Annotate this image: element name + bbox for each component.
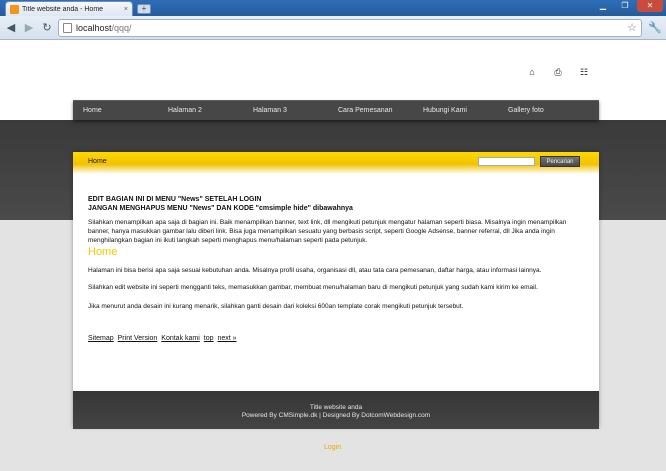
browser-toolbar: ◀ ▶ ↻ localhost /qqq/ ☆ 🔧 — [0, 16, 666, 40]
forward-arrow-icon[interactable]: ▶ — [22, 21, 36, 34]
menu-item-halaman-2[interactable]: Halaman 2 — [168, 107, 202, 114]
edit-note-2: JANGAN MENGHAPUS MENU "News" DAN KODE "c… — [88, 205, 353, 212]
new-tab-button[interactable]: + — [137, 4, 151, 14]
sitemap-icon[interactable]: ☷ — [579, 67, 589, 78]
main-menu: Home Halaman 2 Halaman 3 Cara Pemesanan … — [73, 100, 599, 120]
page-icon — [63, 23, 72, 33]
page-heading: Home — [88, 246, 118, 258]
login-link[interactable]: Login — [324, 444, 341, 451]
address-bar[interactable]: localhost /qqq/ ☆ — [58, 19, 642, 37]
page-links: Sitemap Print Version Kontak kami top ne… — [88, 335, 239, 342]
close-window-icon[interactable]: ✕ — [637, 0, 663, 12]
back-arrow-icon[interactable]: ◀ — [4, 21, 18, 34]
url-path: /qqq/ — [111, 23, 132, 33]
menu-item-hubungi-kami[interactable]: Hubungi Kami — [423, 107, 467, 114]
reload-icon[interactable]: ↻ — [40, 21, 54, 34]
tab-title: Title website anda - Home — [22, 5, 104, 13]
minimize-icon[interactable]: ▁ — [593, 0, 613, 12]
print-version-link[interactable]: Print Version — [118, 335, 158, 342]
print-icon[interactable]: ⎙ — [553, 67, 563, 78]
paragraph-3: Jika menurut anda desain ini kurang mena… — [88, 303, 464, 310]
wrench-icon[interactable]: 🔧 — [648, 21, 662, 34]
search-button[interactable]: Pencarian — [540, 156, 580, 167]
favicon-icon — [10, 4, 19, 14]
top-link[interactable]: top — [204, 335, 214, 342]
menu-item-halaman-3[interactable]: Halaman 3 — [253, 107, 287, 114]
maximize-icon[interactable]: ❐ — [615, 0, 635, 12]
footer-credits: Powered By CMSimple.dk | Designed By Dot… — [241, 412, 431, 419]
banner-text: Silahkan menampilkan apa saja di bagian … — [88, 219, 567, 244]
menu-item-gallery-foto[interactable]: Gallery foto — [508, 107, 544, 114]
url-host: localhost — [76, 23, 112, 33]
web-page: ⌂ ⎙ ☷ Home Halaman 2 Halaman 3 Cara Peme… — [0, 41, 666, 471]
contact-link[interactable]: Kontak kami — [161, 335, 200, 342]
content-panel: Home Pencarian EDIT BAGIAN INI DI MENU "… — [73, 152, 599, 427]
breadcrumb-bar: Home Pencarian — [73, 152, 599, 174]
paragraph-1: Halaman ini bisa berisi apa saja sesuai … — [88, 267, 542, 274]
sitemap-link[interactable]: Sitemap — [88, 335, 114, 342]
tab-close-icon[interactable]: × — [124, 6, 128, 13]
top-icons: ⌂ ⎙ ☷ — [527, 67, 589, 78]
edit-note-1: EDIT BAGIAN INI DI MENU "News" SETELAH L… — [88, 196, 262, 203]
menu-item-cara-pemesanan[interactable]: Cara Pemesanan — [338, 107, 392, 114]
browser-tab[interactable]: Title website anda - Home × — [5, 1, 133, 16]
footer: Title website anda Powered By CMSimple.d… — [73, 391, 599, 429]
footer-title: Title website anda — [309, 404, 363, 411]
paragraph-2: Silahkan edit website ini seperti mengga… — [88, 284, 538, 291]
browser-titlebar: Title website anda - Home × + ▁ ❐ ✕ — [0, 0, 666, 16]
search-input[interactable] — [478, 157, 535, 166]
home-icon[interactable]: ⌂ — [527, 67, 537, 78]
bookmark-star-icon[interactable]: ☆ — [627, 21, 637, 34]
breadcrumb[interactable]: Home — [88, 158, 107, 165]
next-link[interactable]: next » — [217, 335, 236, 342]
menu-item-home[interactable]: Home — [83, 107, 102, 114]
